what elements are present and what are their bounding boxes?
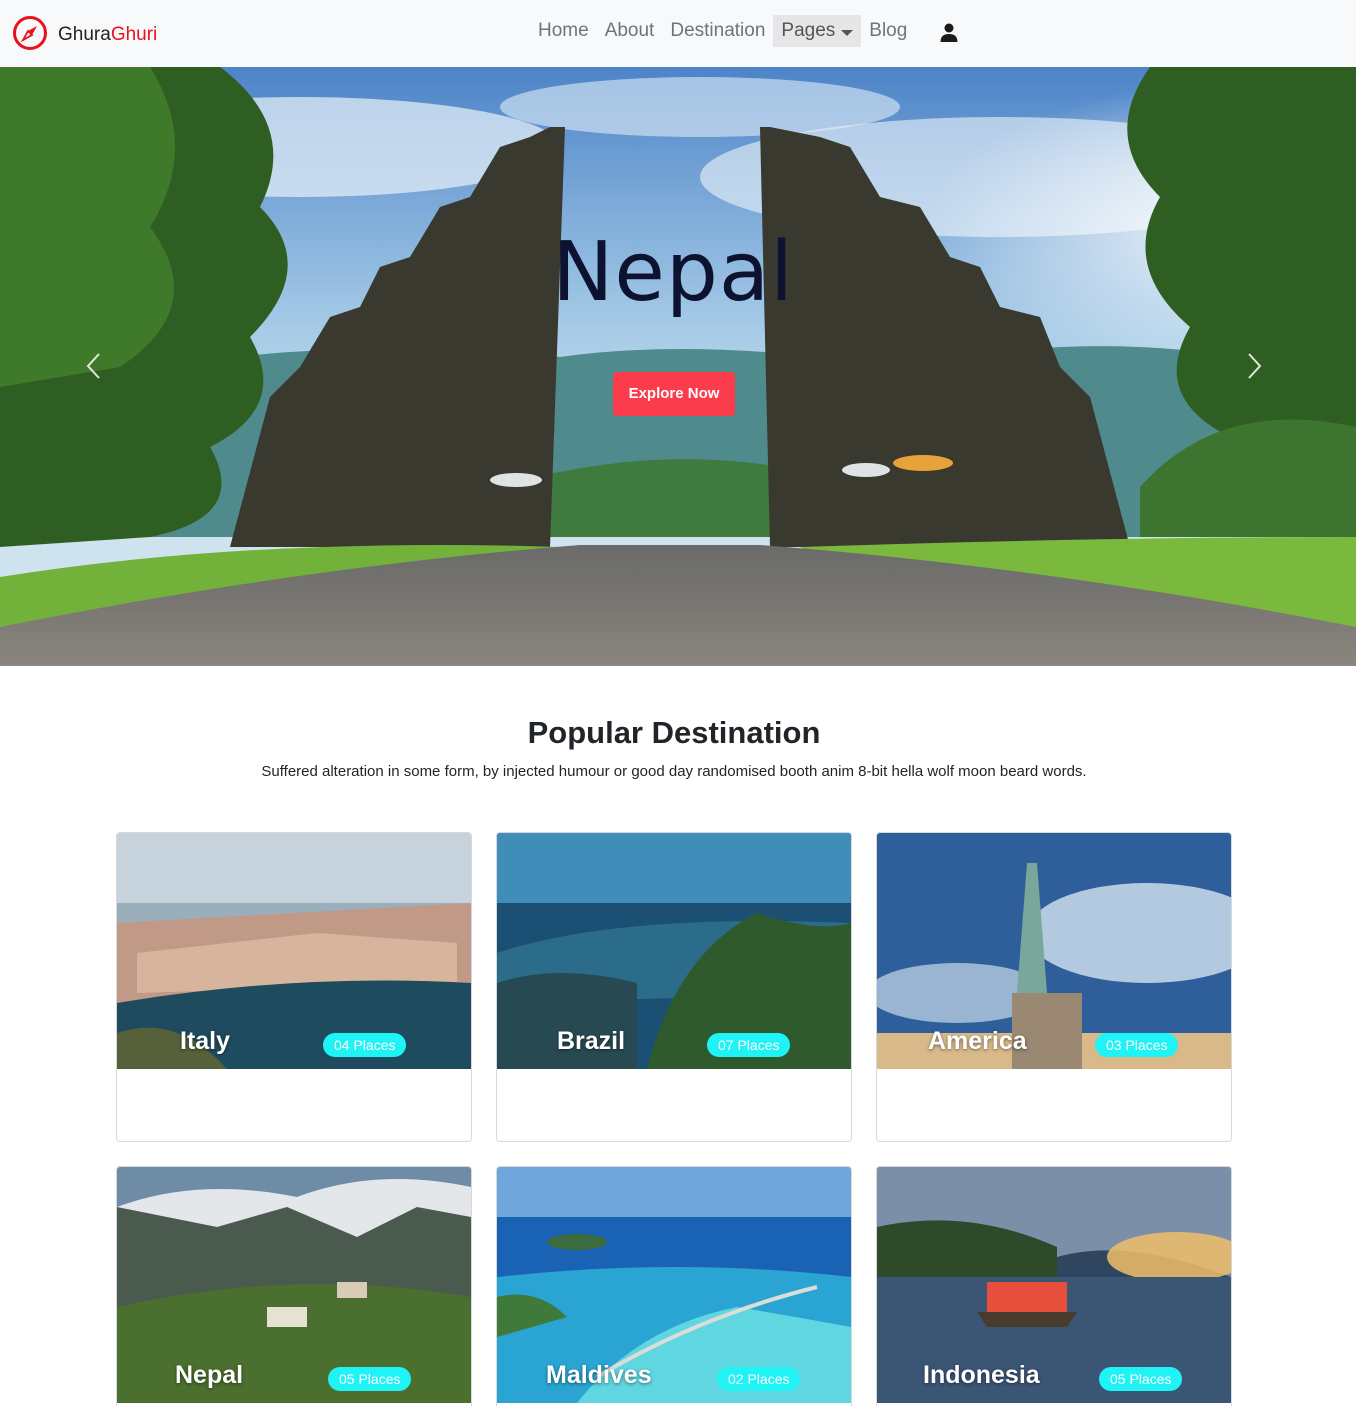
caret-down-icon xyxy=(841,30,854,36)
brand[interactable]: GhuraGhuri xyxy=(12,15,157,51)
destination-card-italy[interactable]: Italy 04 Places xyxy=(116,832,472,1142)
hero-carousel: Nepal Explore Now xyxy=(0,67,1356,666)
chevron-right-icon[interactable] xyxy=(1244,351,1264,381)
chevron-left-icon[interactable] xyxy=(84,351,104,381)
places-badge: 05 Places xyxy=(328,1367,412,1391)
card-name: Nepal xyxy=(175,1361,244,1389)
italy-image xyxy=(117,833,471,1069)
brazil-image xyxy=(497,833,851,1069)
places-badge: 02 Places xyxy=(717,1367,801,1391)
places-badge: 05 Places xyxy=(1099,1367,1183,1391)
compass-icon xyxy=(13,16,47,50)
brand-name-part1: Ghura xyxy=(58,24,111,45)
brand-name: GhuraGhuri xyxy=(58,24,157,46)
nav-pages-dropdown[interactable]: Pages xyxy=(773,15,862,47)
card-name: Indonesia xyxy=(923,1361,1040,1389)
section-title: Popular Destination xyxy=(527,715,821,750)
hero-background-image xyxy=(0,67,1356,666)
navbar: GhuraGhuri Home About Destination Pages … xyxy=(0,0,1356,67)
nepal-image xyxy=(117,1167,471,1403)
destination-card-brazil[interactable]: Brazil 07 Places xyxy=(496,832,852,1142)
main-nav: Home About Destination Pages Blog xyxy=(530,15,915,47)
card-name: Maldives xyxy=(546,1361,652,1389)
destination-card-indonesia[interactable]: Indonesia 05 Places xyxy=(876,1166,1232,1406)
nav-pages-label: Pages xyxy=(781,20,836,41)
user-icon[interactable] xyxy=(940,23,958,43)
places-badge: 07 Places xyxy=(707,1033,791,1057)
nav-destination[interactable]: Destination xyxy=(662,15,773,47)
brand-name-part2: Ghuri xyxy=(110,24,158,45)
places-badge: 04 Places xyxy=(323,1033,407,1057)
hero-title: Nepal xyxy=(552,225,794,320)
section-subtitle: Suffered alteration in some form, by inj… xyxy=(261,763,1087,780)
nav-about[interactable]: About xyxy=(597,15,663,47)
card-name: America xyxy=(928,1027,1027,1055)
card-name: Italy xyxy=(180,1027,231,1055)
destination-card-nepal[interactable]: Nepal 05 Places xyxy=(116,1166,472,1406)
explore-now-button[interactable]: Explore Now xyxy=(613,372,735,416)
places-badge: 03 Places xyxy=(1095,1033,1179,1057)
nav-home[interactable]: Home xyxy=(530,15,597,47)
destination-card-maldives[interactable]: Maldives 02 Places xyxy=(496,1166,852,1406)
nav-blog[interactable]: Blog xyxy=(861,15,915,47)
card-name: Brazil xyxy=(557,1027,626,1055)
destination-card-america[interactable]: America 03 Places xyxy=(876,832,1232,1142)
